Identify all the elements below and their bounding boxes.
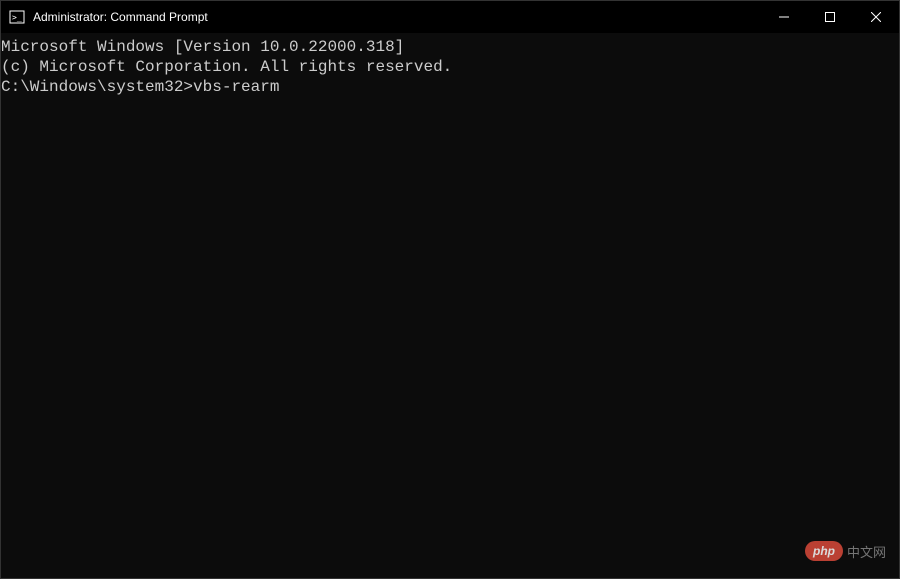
typed-command: vbs-rearm [193, 78, 279, 96]
close-button[interactable] [853, 1, 899, 33]
svg-text:>_: >_ [12, 13, 22, 22]
copyright-line: (c) Microsoft Corporation. All rights re… [1, 57, 899, 77]
window-title: Administrator: Command Prompt [33, 10, 208, 24]
prompt-path: C:\Windows\system32> [1, 78, 193, 96]
maximize-button[interactable] [807, 1, 853, 33]
window-controls [761, 1, 899, 33]
minimize-icon [779, 12, 789, 22]
titlebar-left: >_ Administrator: Command Prompt [1, 9, 208, 25]
version-line: Microsoft Windows [Version 10.0.22000.31… [1, 37, 899, 57]
watermark-text: 中文网 [847, 542, 886, 561]
watermark-badge: php [805, 541, 843, 561]
close-icon [871, 12, 881, 22]
maximize-icon [825, 12, 835, 22]
cmd-icon: >_ [9, 9, 25, 25]
titlebar[interactable]: >_ Administrator: Command Prompt [1, 1, 899, 33]
terminal-output[interactable]: Microsoft Windows [Version 10.0.22000.31… [1, 33, 899, 578]
prompt-line: C:\Windows\system32>vbs-rearm [1, 77, 899, 97]
minimize-button[interactable] [761, 1, 807, 33]
command-prompt-window: >_ Administrator: Command Prompt [0, 0, 900, 579]
watermark: php 中文网 [805, 541, 886, 561]
